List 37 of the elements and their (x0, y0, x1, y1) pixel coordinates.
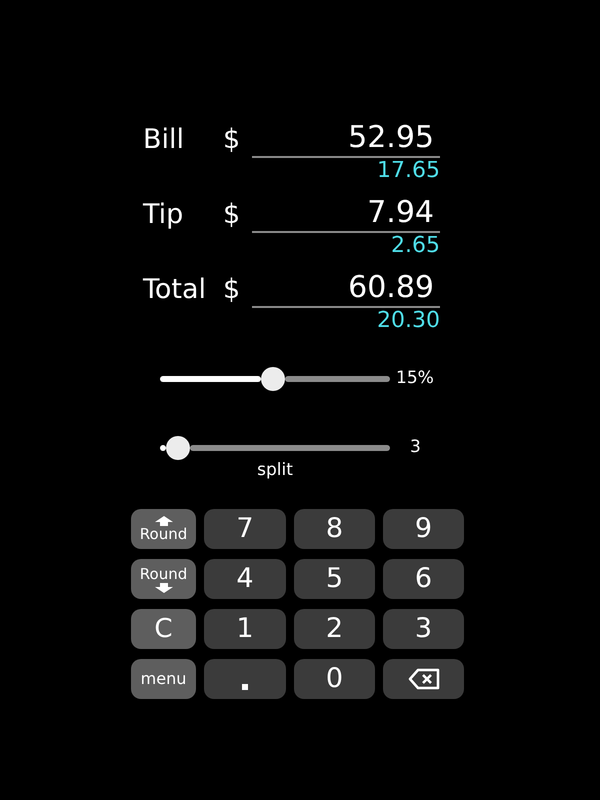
round-down-key[interactable]: Round (131, 559, 196, 599)
slider-label: split (257, 460, 293, 480)
function-key[interactable]: C (131, 609, 196, 649)
currency-symbol: $ (223, 123, 242, 157)
digit-key[interactable]: 5 (294, 559, 375, 599)
slider-thumb[interactable] (260, 367, 285, 391)
slider-value: 15% (396, 367, 434, 390)
digit-key[interactable]: 4 (204, 559, 286, 599)
currency-symbol: $ (223, 198, 242, 232)
amount-field[interactable]: 60.89 (252, 270, 440, 308)
per-person-amount: 20.30 (377, 308, 440, 334)
slider-value: 3 (410, 436, 421, 460)
digit-key[interactable]: 0 (294, 659, 375, 699)
per-person-amount: 17.65 (377, 158, 440, 184)
backspace-icon (408, 668, 440, 690)
row-label: Total (143, 273, 208, 307)
round-up-key[interactable]: Round (131, 509, 196, 549)
down-arrow-icon (154, 582, 174, 592)
digit-key[interactable]: 2 (294, 609, 375, 649)
digit-key[interactable]: 8 (294, 509, 375, 549)
digit-key[interactable]: 6 (383, 559, 464, 599)
function-key[interactable]: menu (131, 659, 196, 699)
per-person-amount: 2.65 (391, 233, 440, 259)
digit-key[interactable]: 7 (204, 509, 286, 549)
slider[interactable] (160, 435, 390, 461)
slider[interactable] (160, 366, 390, 392)
digit-key[interactable]: 9 (383, 509, 464, 549)
row-label: Tip (143, 198, 184, 232)
row-label: Bill (143, 123, 186, 157)
amount-field[interactable]: 7.94 (252, 195, 440, 233)
digit-key[interactable]: 3 (383, 609, 464, 649)
currency-symbol: $ (223, 273, 242, 307)
backspace-key[interactable] (383, 659, 464, 699)
digit-key[interactable]: 1 (204, 609, 286, 649)
amount-field[interactable]: 52.95 (252, 120, 440, 158)
slider-thumb[interactable] (166, 436, 190, 460)
up-arrow-icon (154, 516, 174, 526)
